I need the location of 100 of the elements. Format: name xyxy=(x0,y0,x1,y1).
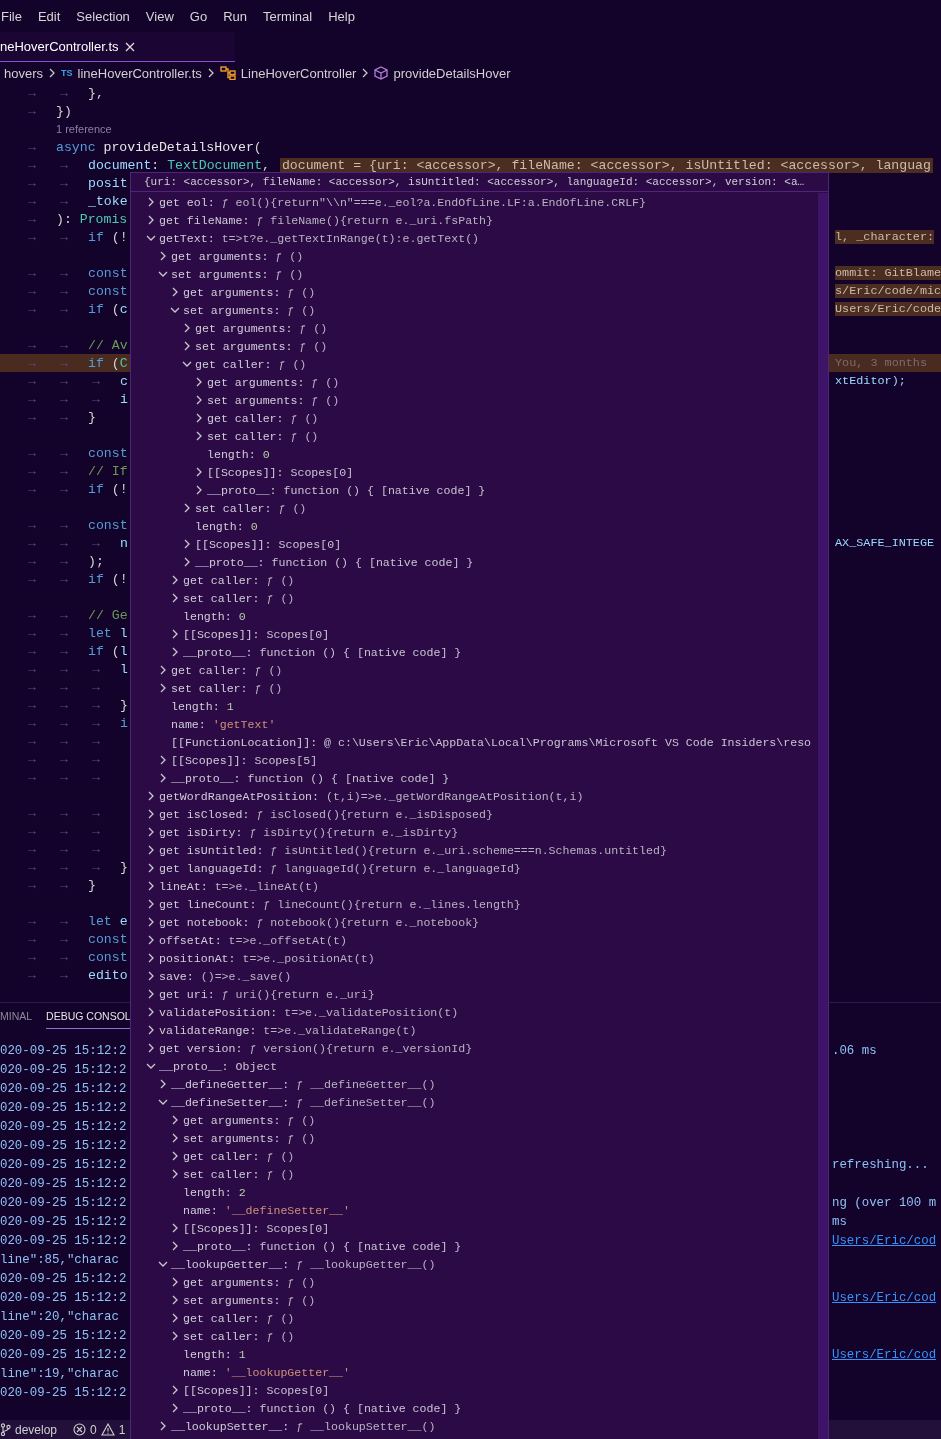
tree-item[interactable]: lineAt: t=>e._lineAt(t) xyxy=(159,879,320,893)
menu-item[interactable]: Go xyxy=(181,8,216,24)
tree-item[interactable]: get lineCount: ƒ lineCount(){return e._lines.length} xyxy=(159,897,521,911)
tree-item[interactable]: set arguments: ƒ () xyxy=(195,339,328,353)
problems-status[interactable]: 0 1 xyxy=(73,1422,126,1437)
tree-item[interactable]: get languageId: ƒ languageId(){return e._languageId} xyxy=(159,861,521,875)
tree-item[interactable]: set arguments: ƒ () xyxy=(207,393,340,407)
tree-item[interactable]: __proto__: function () { [native code] } xyxy=(183,1401,462,1415)
tree-item[interactable]: length: 0 xyxy=(195,519,258,533)
whitespace-marker: →→→ xyxy=(28,769,124,785)
tree-item[interactable]: get uri: ƒ uri(){return e._uri} xyxy=(159,987,375,1001)
whitespace-marker: →→→ xyxy=(28,841,124,857)
tree-item[interactable]: get arguments: ƒ () xyxy=(183,285,316,299)
code-text: n xyxy=(120,535,128,551)
menu-item[interactable]: File xyxy=(0,8,30,24)
tree-item[interactable]: name: '__defineSetter__' xyxy=(183,1203,350,1217)
tree-item[interactable]: length: 1 xyxy=(171,699,234,713)
tree-item[interactable]: get caller: ƒ () xyxy=(171,663,283,677)
tree-item[interactable]: __lookupSetter__: ƒ __lookupSetter__() xyxy=(171,1419,436,1433)
tree-item[interactable]: set caller: ƒ () xyxy=(183,1167,295,1181)
tree-item[interactable]: get arguments: ƒ () xyxy=(207,375,340,389)
menu-item[interactable]: Edit xyxy=(29,8,69,24)
tree-item[interactable]: set arguments: ƒ () xyxy=(183,1293,316,1307)
branch-status[interactable]: develop xyxy=(0,1422,58,1437)
tree-item[interactable]: get isUntitled: ƒ isUntitled(){return e._uri.scheme===n.Schemas.untitled} xyxy=(159,843,667,857)
tree-item[interactable]: set caller: ƒ () xyxy=(195,501,307,515)
tree-item[interactable]: [[FunctionLocation]]: @ c:\Users\Eric\AppData\Local\Programs\Microsoft VS Code Insiders\reso xyxy=(171,735,812,749)
menu-item[interactable]: Run xyxy=(215,8,255,24)
tree-item[interactable]: positionAt: t=>e._positionAt(t) xyxy=(159,951,375,965)
tree-item[interactable]: get notebook: ƒ notebook(){return e._notebook} xyxy=(159,915,480,929)
tree-item[interactable]: get isDirty: ƒ isDirty(){return e._isDirty} xyxy=(159,825,459,839)
tree-item[interactable]: get version: ƒ version(){return e._versionId} xyxy=(159,1041,473,1055)
tree-item[interactable]: get caller: ƒ () xyxy=(207,411,319,425)
tree-item[interactable]: [[Scopes]]: Scopes[0] xyxy=(183,1221,330,1235)
tree-item[interactable]: save: ()=>e._save() xyxy=(159,969,292,983)
code-text: ): Promis xyxy=(56,211,128,227)
code-text: c xyxy=(120,373,128,389)
menu-item[interactable]: Help xyxy=(320,8,363,24)
tree-item[interactable]: validateRange: t=>e._validateRange(t) xyxy=(159,1023,417,1037)
log-text: 020-09-25 15:12:2 xyxy=(0,1271,128,1286)
tree-item[interactable]: set arguments: ƒ () xyxy=(171,267,304,281)
tree-item[interactable]: __defineGetter__: ƒ __defineGetter__() xyxy=(171,1077,436,1091)
tree-item[interactable]: length: 1 xyxy=(183,1347,246,1361)
log-link[interactable]: Users/Eric/cod xyxy=(832,1347,937,1362)
codelens-link[interactable]: 1 reference xyxy=(0,123,112,135)
tree-item[interactable]: set arguments: ƒ () xyxy=(183,1131,316,1145)
tree-item[interactable]: set caller: ƒ () xyxy=(171,681,283,695)
panel-tab[interactable]: MINAL xyxy=(0,1003,33,1029)
tree-item[interactable]: __defineSetter__: ƒ __defineSetter__() xyxy=(171,1095,436,1109)
tree-item[interactable]: set caller: ƒ () xyxy=(207,429,319,443)
menu-item[interactable]: Selection xyxy=(68,8,138,24)
close-icon[interactable] xyxy=(124,41,135,52)
tree-item[interactable]: set arguments: ƒ () xyxy=(183,303,316,317)
editor-tab[interactable]: neHoverController.ts xyxy=(0,32,235,62)
tree-item[interactable]: __proto__: function () { [native code] } xyxy=(171,771,450,785)
log-link[interactable]: Users/Eric/cod xyxy=(832,1233,937,1248)
tree-item[interactable]: get arguments: ƒ () xyxy=(171,249,304,263)
tree-item[interactable]: validatePosition: t=>e._validatePosition(t) xyxy=(159,1005,459,1019)
log-text: line":19,"charac xyxy=(0,1366,120,1381)
tree-item[interactable]: set caller: ƒ () xyxy=(183,1329,295,1343)
tree-item[interactable]: get fileName: ƒ fileName(){return e._uri.fsPath} xyxy=(159,213,493,227)
tree-item[interactable]: get caller: ƒ () xyxy=(183,1311,295,1325)
tree-item[interactable]: __proto__: function () { [native code] } xyxy=(183,1239,462,1253)
tree-item[interactable]: get caller: ƒ () xyxy=(195,357,307,371)
tree-item[interactable]: __proto__: function () { [native code] } xyxy=(207,483,486,497)
tree-item[interactable]: name: 'getText' xyxy=(171,717,276,731)
tree-item[interactable]: __lookupGetter__: ƒ __lookupGetter__() xyxy=(171,1257,436,1271)
menu-item[interactable]: Terminal xyxy=(255,8,321,24)
breadcrumb-item[interactable]: provideDetailsHover xyxy=(374,65,511,81)
tree-item[interactable]: [[Scopes]]: Scopes[5] xyxy=(171,753,318,767)
tree-item[interactable]: __proto__: function () { [native code] } xyxy=(195,555,474,569)
tree-item[interactable]: get arguments: ƒ () xyxy=(195,321,328,335)
tree-item[interactable]: name: '__lookupGetter__' xyxy=(183,1365,350,1379)
tree-item[interactable]: getText: t=>t?e._getTextInRange(t):e.getText() xyxy=(159,231,480,245)
whitespace-marker: →→→ xyxy=(28,733,124,749)
tree-item[interactable]: offsetAt: t=>e._offsetAt(t) xyxy=(159,933,347,947)
tree-item[interactable]: length: 0 xyxy=(207,447,270,461)
breadcrumb-item[interactable]: hovers xyxy=(4,65,44,81)
tree-item[interactable]: [[Scopes]]: Scopes[0] xyxy=(207,465,354,479)
tree-item[interactable]: get eol: ƒ eol(){return"\\n"===e._eol?a.EndOfLine.LF:a.EndOfLine.CRLF} xyxy=(159,195,647,209)
tree-item[interactable]: get isClosed: ƒ isClosed(){return e._isDisposed} xyxy=(159,807,493,821)
tree-item[interactable]: get arguments: ƒ () xyxy=(183,1113,316,1127)
tree-item[interactable]: get arguments: ƒ () xyxy=(183,1275,316,1289)
tree-item[interactable]: [[Scopes]]: Scopes[0] xyxy=(183,1383,330,1397)
tree-item[interactable]: length: 2 xyxy=(183,1185,246,1199)
breadcrumb-item[interactable]: LineHoverController xyxy=(219,65,357,81)
tree-item[interactable]: get caller: ƒ () xyxy=(183,573,295,587)
tree-item[interactable]: __proto__: Object xyxy=(159,1059,278,1073)
breadcrumb-item[interactable]: TS lineHoverController.ts xyxy=(61,65,202,81)
tree-item[interactable]: get caller: ƒ () xyxy=(183,1149,295,1163)
scrollbar[interactable] xyxy=(818,193,828,1439)
tree-item[interactable]: length: 0 xyxy=(183,609,246,623)
log-link[interactable]: Users/Eric/cod xyxy=(832,1290,937,1305)
tree-item[interactable]: set caller: ƒ () xyxy=(183,591,295,605)
tree-item[interactable]: getWordRangeAtPosition: (t,i)=>e._getWordRangeAtPosition(t,i) xyxy=(159,789,584,803)
tree-item[interactable]: [[Scopes]]: Scopes[0] xyxy=(195,537,342,551)
tree-item[interactable]: [[Scopes]]: Scopes[0] xyxy=(183,627,330,641)
tree-item[interactable]: __proto__: function () { [native code] } xyxy=(183,645,462,659)
code-text: ); xyxy=(88,553,104,569)
menu-item[interactable]: View xyxy=(137,8,182,24)
